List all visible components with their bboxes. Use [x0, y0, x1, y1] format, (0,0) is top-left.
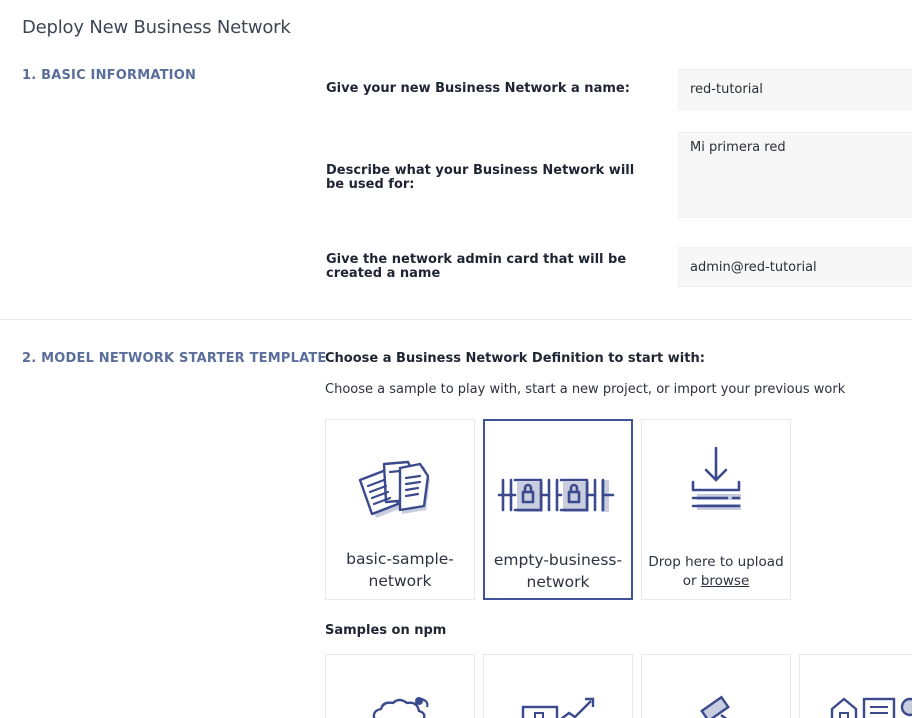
npm-sample-tile[interactable]	[483, 654, 633, 718]
network-description-input[interactable]: Mi primera red	[678, 132, 912, 218]
npm-sample-tile[interactable]	[641, 654, 791, 718]
choose-definition-subtitle: Choose a sample to play with, start a ne…	[325, 382, 846, 397]
admin-card-input[interactable]	[678, 247, 912, 287]
tile-label: basic-sample-network	[346, 550, 454, 590]
upload-drop-zone[interactable]: Drop here to upload or browse	[641, 419, 791, 600]
tile-label: empty-business-network	[493, 551, 623, 591]
samples-on-npm-heading: Samples on npm	[325, 623, 447, 638]
browse-link[interactable]: browse	[701, 573, 749, 589]
starter-template-heading: 2. MODEL NETWORK STARTER TEMPLATE	[22, 351, 327, 366]
npm-sample-tile[interactable]	[799, 654, 912, 718]
section-divider	[0, 319, 912, 320]
admin-card-label: Give the network admin card that will be…	[326, 252, 627, 281]
npm-sample-tile[interactable]	[325, 654, 475, 718]
basic-sample-network-tile[interactable]: basic-sample-network	[325, 419, 475, 600]
choose-definition-title: Choose a Business Network Definition to …	[325, 351, 705, 366]
network-name-label: Give your new Business Network a name:	[326, 81, 630, 96]
page-title: Deploy New Business Network	[22, 17, 291, 38]
drop-zone-label: Drop here to upload or browse	[642, 553, 790, 591]
network-name-input[interactable]	[678, 69, 912, 110]
basic-information-heading: 1. BASIC INFORMATION	[22, 68, 197, 83]
network-description-label: Describe what your Business Network will…	[326, 163, 635, 192]
empty-business-network-tile[interactable]: empty-business-network	[483, 419, 633, 600]
